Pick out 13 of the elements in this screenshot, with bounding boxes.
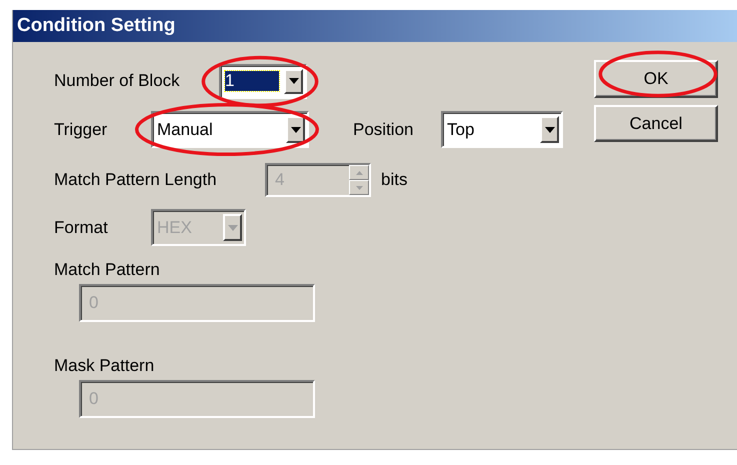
unit-label: bits	[381, 170, 408, 190]
field-label: Position	[353, 120, 414, 140]
field-label: Trigger	[54, 120, 108, 140]
field-label: Mask Pattern	[54, 356, 156, 376]
block-count-dropdown[interactable]: 1	[219, 64, 307, 98]
field-label: Format	[54, 218, 109, 238]
window-title: Condition Setting	[13, 10, 737, 42]
field-label: Match Pattern Length	[54, 170, 218, 190]
trigger-dropdown[interactable]: Manual	[151, 111, 309, 148]
position-dropdown[interactable]: Top	[441, 111, 563, 148]
field-label: Number of Block	[54, 71, 181, 91]
cancel-button[interactable]: Cancel	[594, 105, 718, 142]
field-label: Match Pattern	[54, 260, 161, 280]
